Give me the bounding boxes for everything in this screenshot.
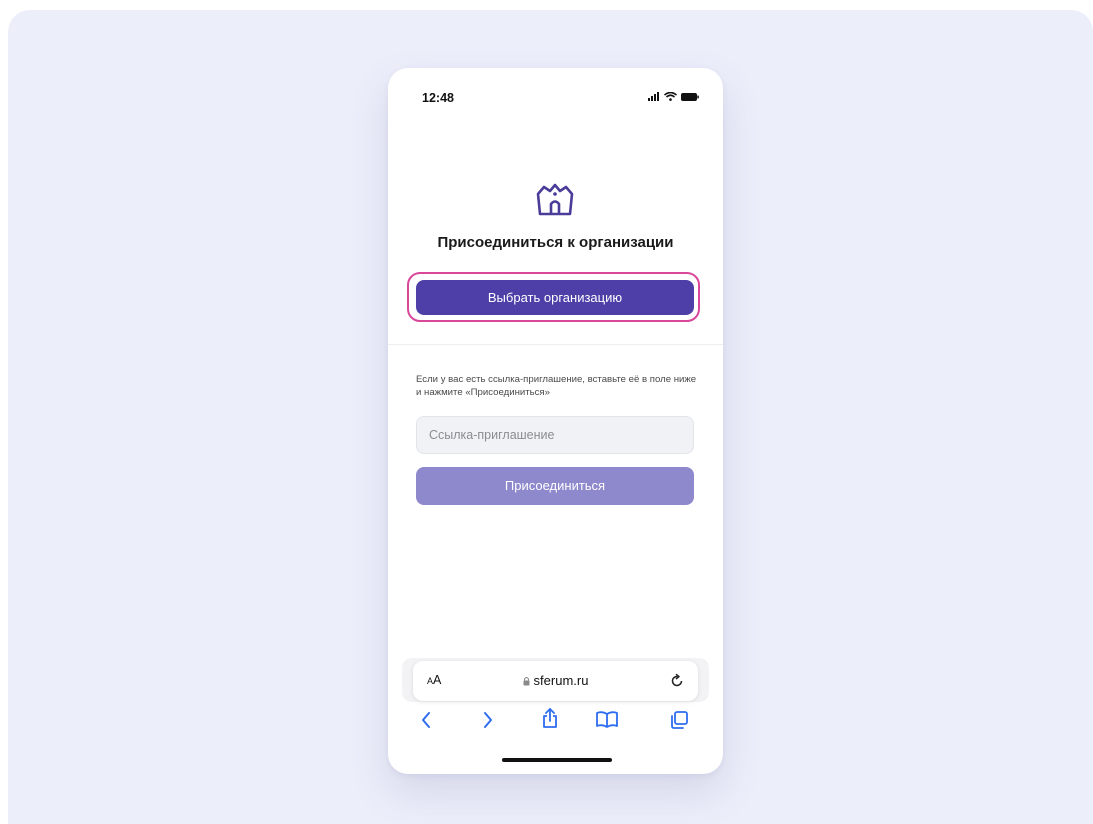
divider [388, 344, 723, 345]
phone-screen: 12:48 Присоединиться к организации Выбра… [388, 68, 723, 774]
url-container: sferum.ru [413, 673, 698, 688]
url-text: sferum.ru [533, 673, 589, 688]
page-title: Присоединиться к организации [437, 234, 674, 251]
join-button[interactable]: Присоединиться [416, 467, 694, 505]
invite-link-input[interactable]: Ссылка-приглашение [416, 416, 694, 454]
back-icon[interactable] [420, 711, 432, 729]
organization-building-icon [536, 183, 574, 216]
address-bar[interactable]: AA sferum.ru [413, 661, 698, 701]
tabs-icon[interactable] [670, 711, 688, 729]
select-organization-button[interactable]: Выбрать организацию [416, 280, 694, 315]
reload-icon[interactable] [671, 673, 684, 687]
lock-icon [523, 676, 530, 686]
browser-toolbar [388, 708, 723, 738]
invite-hint-text: Если у вас есть ссылка-приглашение, вста… [416, 374, 697, 398]
battery-icon [681, 92, 699, 101]
cellular-signal-icon [648, 92, 659, 101]
status-time: 12:48 [422, 91, 454, 105]
bookmarks-icon[interactable] [596, 711, 618, 728]
wifi-icon [664, 92, 677, 101]
share-icon[interactable] [541, 708, 559, 729]
status-icons [648, 92, 699, 101]
home-indicator [502, 758, 612, 762]
forward-icon[interactable] [482, 711, 494, 729]
status-bar: 12:48 [388, 68, 723, 112]
